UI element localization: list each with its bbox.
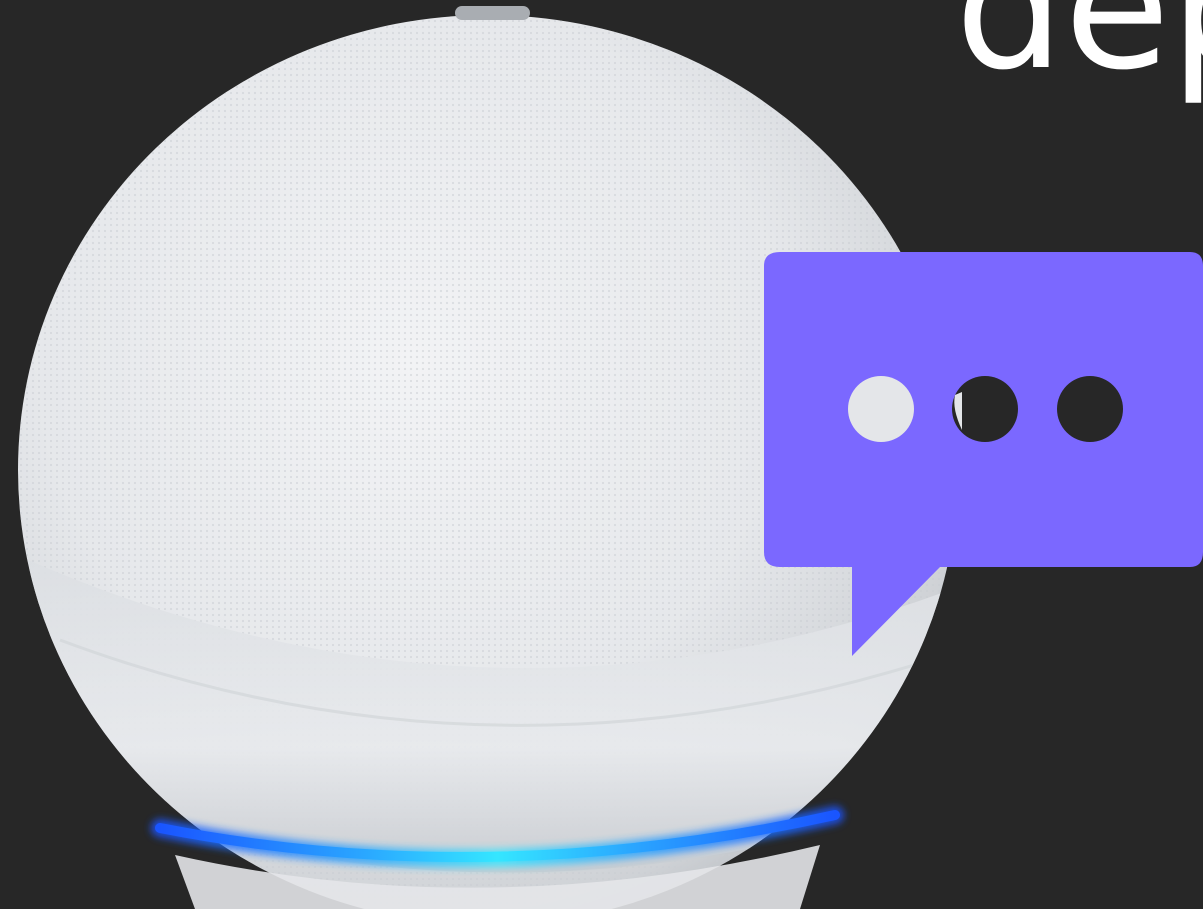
action-button (455, 6, 530, 20)
headline-text: dep (955, 0, 1203, 108)
smart-speaker-scene (18, 6, 1203, 909)
ellipsis-icon (848, 376, 1123, 442)
product-banner: dep (0, 0, 1203, 909)
